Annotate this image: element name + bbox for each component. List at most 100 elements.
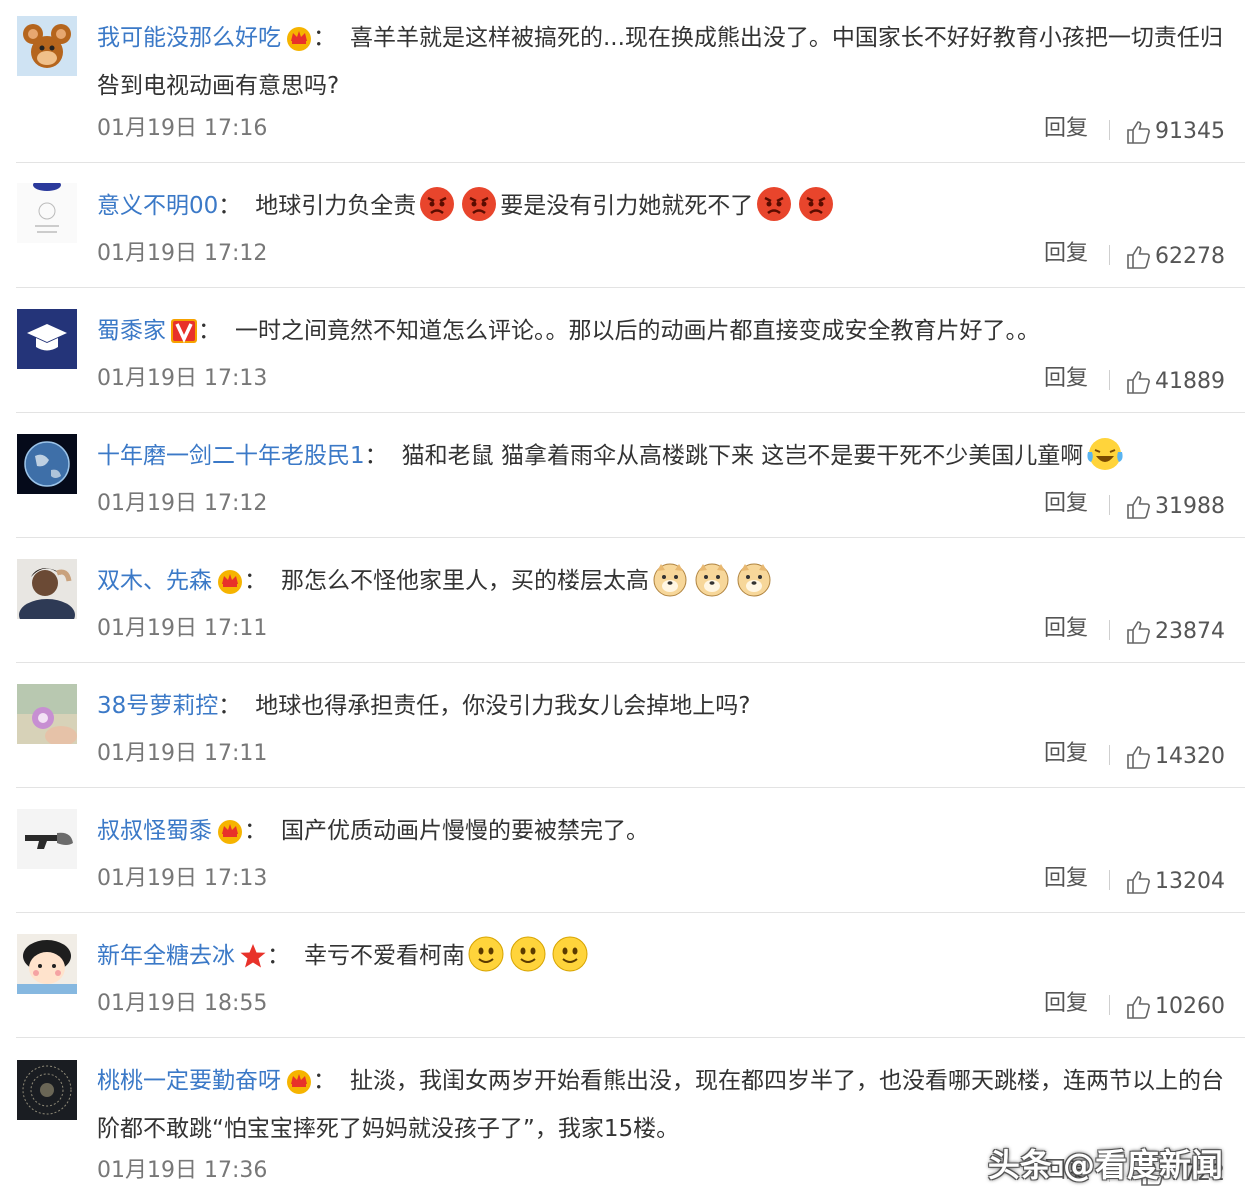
laugh-cry-emoji-icon [1086, 436, 1124, 486]
reply-button[interactable]: 回复 [1044, 239, 1088, 269]
angry-emoji-icon [419, 186, 455, 236]
timestamp: 01月19日 17:12 [97, 241, 268, 266]
doge-emoji-icon [736, 561, 772, 611]
divider [1109, 245, 1110, 265]
username-link[interactable]: 叔叔怪蜀黍 [97, 818, 212, 844]
crown-badge-icon [216, 816, 244, 858]
avatar[interactable] [17, 434, 77, 494]
like-button[interactable]: 14320 [1125, 742, 1225, 772]
watermark: 头条 @看度新闻 [987, 1146, 1223, 1184]
comment-text: 我可能没那么好吃：喜羊羊就是这样被搞死的...现在换成熊出没了。中国家长不好好教… [97, 25, 1223, 99]
like-count: 91345 [1155, 119, 1225, 144]
comment-body: 地球引力负全责 [255, 193, 417, 219]
avatar[interactable] [17, 1060, 77, 1120]
comment-footer: 01月19日 17:11 回复 23874 [97, 614, 1245, 644]
comment-text: 双木、先森：那怎么不怪他家里人，买的楼层太高 [97, 560, 1245, 611]
smile-emoji-icon [510, 936, 546, 986]
username-link[interactable]: 38号萝莉控 [97, 693, 218, 719]
username-link[interactable]: 意义不明00 [97, 193, 218, 219]
reply-button[interactable]: 回复 [1044, 739, 1088, 769]
comment-item: 38号萝莉控： 地球也得承担责任，你没引力我女儿会掉地上吗? 01月19日 17:… [16, 663, 1245, 788]
avatar[interactable] [17, 684, 77, 744]
like-button[interactable]: 31988 [1125, 492, 1225, 522]
like-count: 23874 [1155, 619, 1225, 644]
username-link[interactable]: 我可能没那么好吃 [97, 25, 281, 51]
avatar[interactable] [17, 183, 77, 243]
divider [1109, 495, 1110, 515]
crown-badge-icon [216, 566, 244, 608]
timestamp: 01月19日 17:12 [97, 491, 268, 516]
comment-text: 蜀黍家：一时之间竟然不知道怎么评论。。那以后的动画片都直接变成安全教育片好了。。 [97, 310, 1245, 358]
divider [1109, 620, 1110, 640]
comment-item: 双木、先森：那怎么不怪他家里人，买的楼层太高 01月19日 17:11 回复 2… [16, 538, 1245, 663]
angry-emoji-icon [461, 186, 497, 236]
like-button[interactable]: 13204 [1125, 867, 1225, 897]
thumbs-up-icon [1127, 371, 1150, 394]
smile-emoji-icon [468, 936, 504, 986]
username-link[interactable]: 桃桃一定要勤奋呀 [97, 1068, 281, 1094]
avatar[interactable] [17, 309, 77, 369]
angry-emoji-icon [756, 186, 792, 236]
thumbs-up-icon [1127, 246, 1150, 269]
comment-text: 十年磨一剑二十年老股民1： 猫和老鼠 猫拿着雨伞从高楼跳下来 这岂不是要干死不少美… [97, 435, 1245, 486]
comment-text: 意义不明00： 地球引力负全责 要是没有引力她就死不了 [97, 185, 1245, 236]
timestamp: 01月19日 17:13 [97, 366, 268, 391]
comment-body: 那怎么不怪他家里人，买的楼层太高 [281, 568, 649, 594]
thumbs-up-icon [1127, 621, 1150, 644]
divider [1109, 370, 1110, 390]
timestamp: 01月19日 17:36 [97, 1158, 268, 1183]
username-link[interactable]: 新年全糖去冰 [97, 943, 235, 969]
comment-text: 叔叔怪蜀黍：国产优质动画片慢慢的要被禁完了。 [97, 810, 1245, 858]
like-button[interactable]: 62278 [1125, 242, 1225, 272]
comment-item: 十年磨一剑二十年老股民1： 猫和老鼠 猫拿着雨伞从高楼跳下来 这岂不是要干死不少美… [16, 413, 1245, 538]
timestamp: 01月19日 17:11 [97, 741, 268, 766]
timestamp: 01月19日 18:55 [97, 991, 268, 1016]
reply-button[interactable]: 回复 [1044, 614, 1088, 644]
reply-button[interactable]: 回复 [1044, 364, 1088, 394]
like-count: 31988 [1155, 494, 1225, 519]
timestamp: 01月19日 17:16 [97, 116, 268, 141]
username-link[interactable]: 十年磨一剑二十年老股民1 [97, 443, 365, 469]
comment-item: 叔叔怪蜀黍：国产优质动画片慢慢的要被禁完了。 01月19日 17:13 回复 1… [16, 788, 1245, 913]
comment-footer: 01月19日 17:12 回复 62278 [97, 239, 1245, 269]
verified-v-badge-icon [170, 316, 198, 358]
like-count: 10260 [1155, 994, 1225, 1019]
like-count: 62278 [1155, 244, 1225, 269]
like-button[interactable]: 10260 [1125, 992, 1225, 1022]
comment-body: 要是没有引力她就死不了 [500, 193, 754, 219]
username-link[interactable]: 双木、先森 [97, 568, 212, 594]
comment-footer: 01月19日 17:11 回复 14320 [97, 739, 1245, 769]
star-badge-icon [239, 941, 267, 983]
comment-body: 幸亏不爱看柯南 [304, 943, 465, 969]
doge-emoji-icon [652, 561, 688, 611]
avatar[interactable] [17, 809, 77, 869]
comment-body: 猫和老鼠 猫拿着雨伞从高楼跳下来 这岂不是要干死不少美国儿童啊 [401, 443, 1084, 469]
like-count: 41889 [1155, 369, 1225, 394]
comment-body: 地球也得承担责任，你没引力我女儿会掉地上吗? [255, 693, 751, 719]
avatar[interactable] [17, 559, 77, 619]
comment-text: 新年全糖去冰：幸亏不爱看柯南 [97, 935, 1245, 986]
like-button[interactable]: 91345 [1125, 117, 1225, 147]
divider [1109, 120, 1110, 140]
reply-button[interactable]: 回复 [1044, 864, 1088, 894]
angry-emoji-icon [798, 186, 834, 236]
comment-item: 新年全糖去冰：幸亏不爱看柯南 01月19日 18:55 回复 10260 [16, 913, 1245, 1038]
avatar[interactable] [17, 934, 77, 994]
crown-badge-icon [285, 1066, 313, 1108]
thumbs-up-icon [1127, 496, 1150, 519]
avatar[interactable] [17, 16, 77, 76]
comment-text: 38号萝莉控： 地球也得承担责任，你没引力我女儿会掉地上吗? [97, 693, 751, 719]
like-button[interactable]: 41889 [1125, 367, 1225, 397]
comment-footer: 01月19日 17:12 回复 31988 [97, 489, 1245, 519]
reply-button[interactable]: 回复 [1044, 114, 1088, 144]
comment-body: 国产优质动画片慢慢的要被禁完了。 [281, 818, 649, 844]
like-button[interactable]: 23874 [1125, 617, 1225, 647]
comment-footer: 01月19日 18:55 回复 10260 [97, 989, 1245, 1019]
divider [1109, 745, 1110, 765]
reply-button[interactable]: 回复 [1044, 989, 1088, 1019]
comment-text: 桃桃一定要勤奋呀：扯淡，我闺女两岁开始看熊出没，现在都四岁半了，也没看哪天跳楼，… [97, 1066, 1224, 1142]
reply-button[interactable]: 回复 [1044, 489, 1088, 519]
username-link[interactable]: 蜀黍家 [97, 318, 166, 344]
divider [1109, 995, 1110, 1015]
comment-item: 意义不明00： 地球引力负全责 要是没有引力她就死不了 01月19日 17:12 回… [16, 163, 1245, 288]
